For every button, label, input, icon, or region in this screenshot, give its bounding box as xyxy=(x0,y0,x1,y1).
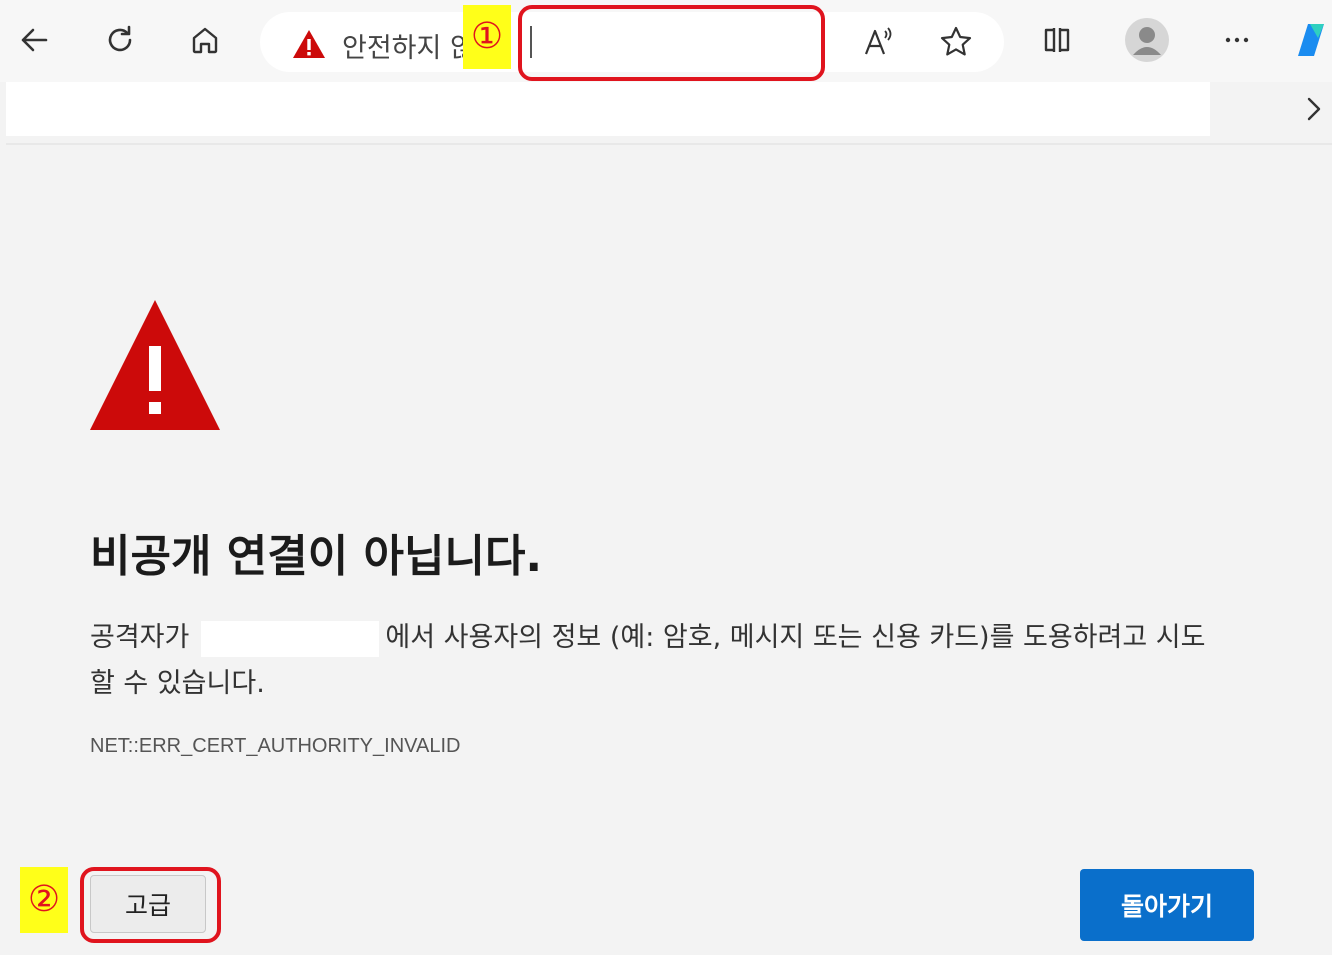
description-prefix: 공격자가 xyxy=(90,622,190,653)
warning-icon xyxy=(293,30,325,58)
warning-triangle-icon xyxy=(90,300,220,430)
split-screen-icon[interactable] xyxy=(1033,16,1081,64)
error-page: 비공개 연결이 아닙니다. 공격자가 에서 사용자의 정보 (예: 암호, 메시지… xyxy=(6,145,1332,955)
profile-avatar[interactable] xyxy=(1123,16,1171,64)
annotation-box-address xyxy=(518,5,825,81)
description-suffix: 에서 사용자의 정보 (예: 암호, 메시지 또는 신용 카드)를 도용하려고 … xyxy=(385,622,1206,653)
description-line-1: 공격자가 에서 사용자의 정보 (예: 암호, 메시지 또는 신용 카드)를 도용… xyxy=(90,615,1205,657)
browser-toolbar: 안전하지 않음 ① xyxy=(0,0,1332,82)
favorite-star-icon[interactable] xyxy=(932,18,980,66)
redacted-site-name xyxy=(201,620,380,657)
favorites-bar xyxy=(6,82,1210,136)
error-code: NET::ERR_CERT_AUTHORITY_INVALID xyxy=(90,735,461,757)
annotation-badge-1: ① xyxy=(463,5,511,69)
copilot-icon[interactable] xyxy=(1290,16,1332,64)
more-options-icon[interactable] xyxy=(1213,16,1261,64)
refresh-icon[interactable] xyxy=(96,16,144,64)
read-aloud-icon[interactable] xyxy=(854,18,902,66)
advanced-button[interactable]: 고급 xyxy=(90,875,206,933)
page-title: 비공개 연결이 아닙니다. xyxy=(90,531,543,582)
chevron-right-icon[interactable] xyxy=(1296,92,1330,126)
go-back-button[interactable]: 돌아가기 xyxy=(1080,869,1254,941)
back-arrow-icon[interactable] xyxy=(10,16,58,64)
description-line-2: 할 수 있습니다. xyxy=(90,668,265,699)
home-icon[interactable] xyxy=(181,16,229,64)
annotation-badge-2: ② xyxy=(20,867,68,933)
